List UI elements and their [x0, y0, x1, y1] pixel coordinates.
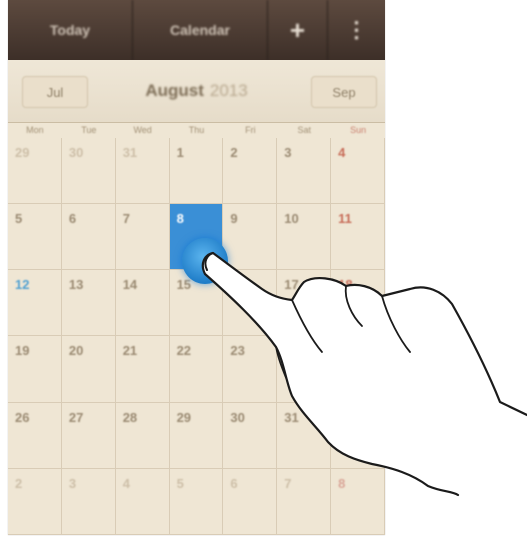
pointing-hand-illustration: [201, 251, 527, 497]
